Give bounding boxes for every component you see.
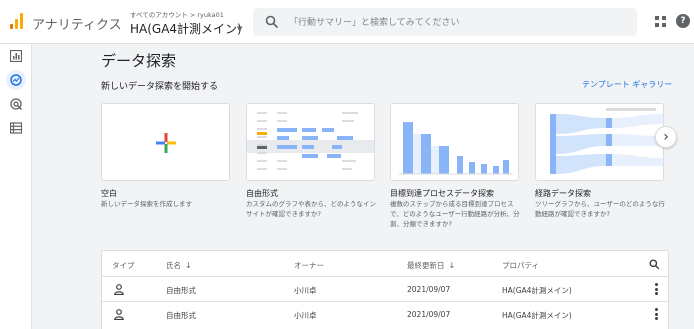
column-header-owner: オーナー bbox=[294, 261, 324, 270]
more-vert-icon[interactable] bbox=[655, 283, 658, 295]
template-card-funnel[interactable] bbox=[390, 103, 519, 181]
row-updated: 2021/09/07 bbox=[407, 285, 451, 294]
template-description: カスタムのグラフや表から、どのようなインサイトが確認できますか? bbox=[246, 200, 376, 218]
chevron-down-icon[interactable]: ▼ bbox=[237, 25, 242, 33]
arrow-down-icon[interactable]: ↓ bbox=[449, 261, 456, 270]
chevron-right-icon[interactable]: › bbox=[655, 126, 677, 148]
table-row[interactable]: 自由形式 小川卓 2021/09/07 HA(GA4計測メイン) bbox=[102, 276, 668, 301]
advertising-icon[interactable] bbox=[6, 94, 26, 114]
search-input[interactable]: 「行動サマリー」と検索してみてください bbox=[289, 15, 459, 28]
search-bar[interactable]: 「行動サマリー」と検索してみてください bbox=[253, 8, 637, 36]
explore-icon[interactable] bbox=[6, 70, 26, 90]
person-icon bbox=[114, 309, 124, 320]
template-card-blank[interactable] bbox=[101, 103, 230, 181]
plus-icon bbox=[156, 133, 176, 153]
column-header-type: タイプ bbox=[112, 261, 135, 270]
row-updated: 2021/09/07 bbox=[407, 310, 451, 319]
apps-grid-icon[interactable] bbox=[655, 16, 667, 28]
person-icon bbox=[114, 284, 124, 295]
analytics-logo-icon[interactable] bbox=[10, 13, 24, 29]
reports-icon[interactable] bbox=[6, 46, 26, 66]
column-header-updated[interactable]: 最終更新日 ↓ bbox=[407, 260, 455, 271]
property-selector[interactable]: HA(GA4計測メイン) bbox=[130, 20, 242, 37]
top-bar: アナリティクス すべてのアカウント > ryuka01 HA(GA4計測メイン)… bbox=[0, 0, 694, 44]
template-gallery-link[interactable]: テンプレート ギャラリー bbox=[582, 79, 672, 90]
page-title: データ探索 bbox=[101, 52, 177, 70]
free-form-preview-icon bbox=[247, 104, 374, 180]
arrow-down-icon[interactable]: ↓ bbox=[185, 261, 192, 270]
template-description: 複数のステップから成る目標到達プロセスで、どのようなユーザー行動経路が分析、分割… bbox=[390, 200, 520, 228]
template-title: 目標到達プロセスデータ探索 bbox=[390, 189, 494, 198]
row-name[interactable]: 自由形式 bbox=[166, 310, 196, 321]
help-icon[interactable]: ? bbox=[676, 14, 690, 28]
app-name[interactable]: アナリティクス bbox=[32, 14, 122, 33]
section-subtitle: 新しいデータ探索を開始する bbox=[101, 82, 219, 92]
path-preview-icon bbox=[536, 104, 663, 180]
template-title: 空白 bbox=[101, 189, 117, 198]
configure-icon[interactable] bbox=[6, 118, 26, 138]
template-description: ツリーグラフから、ユーザーのどのような行動経路が確認できますか? bbox=[535, 200, 665, 218]
column-header-property: プロパティ bbox=[502, 261, 540, 270]
row-owner: 小川卓 bbox=[294, 286, 317, 295]
search-icon[interactable] bbox=[649, 259, 660, 270]
template-card-path[interactable] bbox=[535, 103, 664, 181]
more-vert-icon[interactable] bbox=[655, 308, 658, 320]
row-property: HA(GA4計測メイン) bbox=[502, 311, 572, 320]
search-icon bbox=[265, 15, 279, 29]
funnel-preview-icon bbox=[391, 104, 518, 180]
template-card-free-form[interactable] bbox=[246, 103, 375, 181]
row-name[interactable]: 自由形式 bbox=[166, 285, 196, 296]
row-property: HA(GA4計測メイン) bbox=[502, 286, 572, 295]
template-title: 経路データ探索 bbox=[535, 189, 591, 198]
table-row[interactable]: 自由形式 小川卓 2021/09/07 HA(GA4計測メイン) bbox=[102, 301, 668, 326]
column-header-name[interactable]: 氏名 ↓ bbox=[166, 260, 192, 271]
account-breadcrumb[interactable]: すべてのアカウント > ryuka01 bbox=[130, 9, 224, 19]
template-description: 新しいデータ探索を作成します bbox=[101, 200, 192, 208]
row-owner: 小川卓 bbox=[294, 311, 317, 320]
template-title: 自由形式 bbox=[246, 189, 278, 198]
left-nav-rail bbox=[0, 44, 32, 329]
explorations-table: タイプ 氏名 ↓ オーナー 最終更新日 ↓ プロパティ 自由形式 小川卓 2021/… bbox=[101, 250, 669, 329]
